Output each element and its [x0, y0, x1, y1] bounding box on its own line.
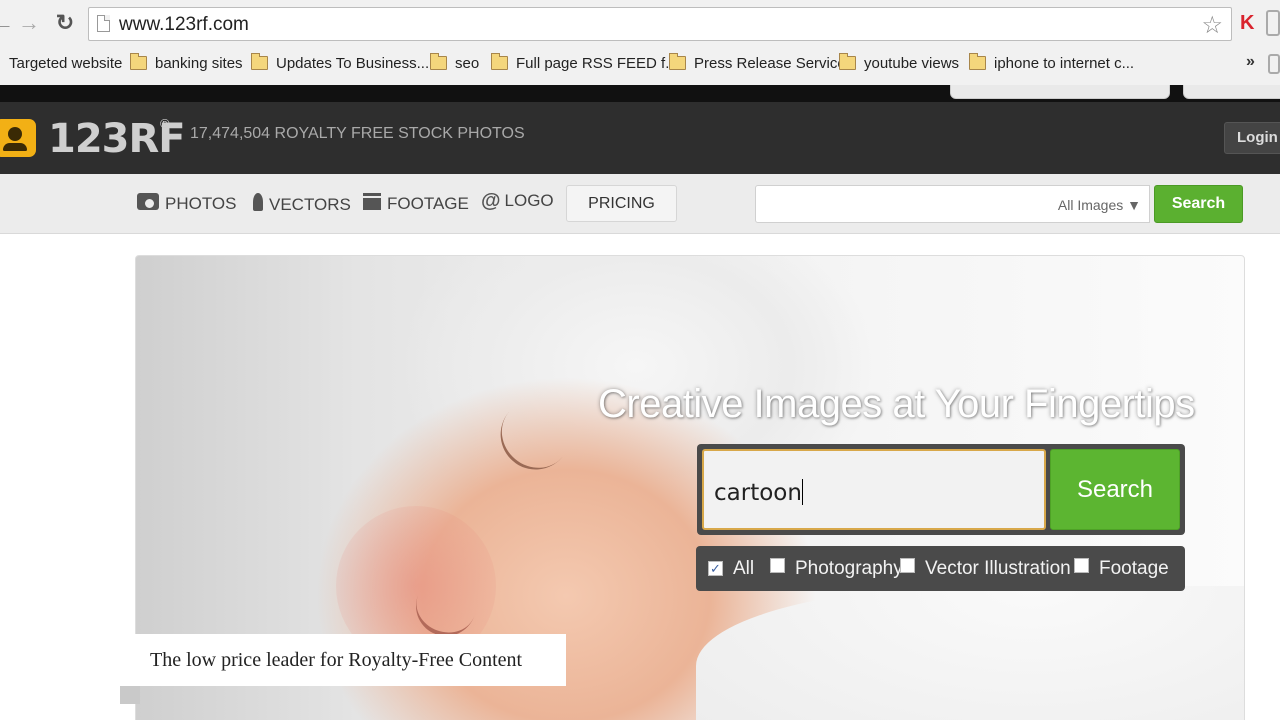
bookmark-folder[interactable]: youtube views — [839, 53, 960, 76]
filter-all[interactable]: ✓ All — [708, 558, 754, 580]
checkbox-icon[interactable] — [770, 558, 785, 573]
filter-label: Photography — [795, 558, 903, 579]
hero-title: Creative Images at Your Fingertips — [598, 382, 1195, 426]
bookmark-label: Targeted website — [9, 55, 123, 72]
bookmark-label: iphone to internet c... — [994, 55, 1135, 72]
bookmark-folder[interactable]: Full page RSS FEED f... — [491, 53, 678, 76]
filter-label: Footage — [1099, 558, 1169, 579]
top-search-button[interactable]: Search — [1154, 185, 1243, 223]
reload-icon[interactable]: ↻ — [52, 10, 78, 36]
nav-label: VECTORS — [269, 195, 351, 214]
filter-footage[interactable]: Footage — [1074, 558, 1169, 580]
nav-footage[interactable]: FOOTAGE — [363, 193, 469, 214]
filter-label: All — [733, 558, 755, 579]
camera-icon — [137, 193, 159, 210]
hero-image-detail — [696, 586, 1244, 720]
site-header: 123RF ® 17,474,504 ROYALTY FREE STOCK PH… — [0, 102, 1280, 174]
site-nav: PHOTOS VECTORS FOOTAGE @ LOGO PRICING All… — [0, 174, 1280, 234]
bookmark-label: Full page RSS FEED f... — [516, 55, 678, 72]
tagline-text: The low price leader for Royalty-Free Co… — [120, 634, 566, 686]
registered-mark: ® — [160, 116, 170, 131]
nav-logo[interactable]: @ LOGO — [481, 190, 554, 213]
folder-icon — [491, 53, 508, 70]
bookmark-star-icon[interactable]: ☆ — [1201, 11, 1223, 40]
bookmark-label: Updates To Business... — [276, 55, 430, 72]
bookmark-folder[interactable]: Press Release Service — [669, 53, 846, 76]
site-top-strip — [0, 85, 1280, 102]
pricing-button[interactable]: PRICING — [566, 185, 677, 222]
text-caret — [801, 479, 803, 505]
nav-label: PHOTOS — [165, 194, 237, 213]
folder-icon — [839, 53, 856, 70]
back-arrow-icon[interactable]: ← — [0, 10, 16, 36]
bookmark-label: youtube views — [864, 55, 960, 72]
search-text: cartoon — [714, 480, 802, 506]
search-filter-bar: ✓ All Photography Vector Illustration Foo… — [696, 546, 1185, 591]
bookmark-label: seo — [455, 55, 480, 72]
search-scope-select[interactable]: All Images ▼ — [1058, 197, 1141, 213]
nav-vectors[interactable]: VECTORS — [253, 193, 351, 215]
extension-icon[interactable]: K — [1240, 12, 1260, 34]
filter-vector-illustration[interactable]: Vector Illustration — [900, 558, 1071, 580]
live-help-tab[interactable] — [1183, 85, 1280, 99]
browser-chrome: ← → ↻ www.123rf.com ☆ K Targeted website… — [0, 0, 1280, 85]
bookmark-folder[interactable]: iphone to internet c... — [969, 53, 1135, 76]
folder-icon — [130, 53, 147, 70]
extension-icon[interactable] — [1268, 54, 1280, 74]
bookmarks-bar: Targeted website banking sites Updates T… — [0, 48, 1280, 85]
address-bar[interactable]: www.123rf.com ☆ — [88, 7, 1232, 41]
tagline-shadow — [120, 686, 140, 704]
hero-search-input[interactable]: cartoon — [702, 449, 1046, 530]
extension-icon[interactable] — [1266, 10, 1280, 36]
folder-icon — [669, 53, 686, 70]
logo-icon[interactable] — [0, 119, 36, 157]
folder-icon — [251, 53, 268, 70]
login-button[interactable]: Login — [1224, 122, 1280, 154]
filter-photography[interactable]: Photography — [770, 558, 903, 580]
browser-toolbar: ← → ↻ www.123rf.com ☆ K — [0, 0, 1280, 48]
bookmark-folder[interactable]: banking sites — [130, 53, 243, 76]
bookmark-label: Press Release Service — [694, 55, 846, 72]
clapper-icon — [363, 193, 381, 210]
bookmark-item[interactable]: Targeted website — [9, 54, 122, 76]
at-icon: @ — [481, 190, 501, 212]
hero-image-detail — [486, 408, 566, 484]
url-text[interactable]: www.123rf.com — [119, 14, 249, 36]
search-input-value: cartoon — [714, 479, 803, 506]
folder-icon — [430, 53, 447, 70]
bookmark-label: banking sites — [155, 55, 243, 72]
bookmarks-overflow-icon[interactable]: » — [1246, 53, 1255, 71]
hero-search-button[interactable]: Search — [1050, 449, 1180, 530]
filter-label: Vector Illustration — [925, 558, 1071, 579]
nav-label: FOOTAGE — [387, 194, 469, 213]
checkbox-icon[interactable] — [1074, 558, 1089, 573]
nav-photos[interactable]: PHOTOS — [137, 193, 236, 214]
bookmark-folder[interactable]: Updates To Business... — [251, 53, 430, 76]
checkbox-checked-icon[interactable]: ✓ — [708, 561, 723, 576]
stock-count-text: 17,474,504 ROYALTY FREE STOCK PHOTOS — [190, 125, 525, 142]
pen-icon — [253, 193, 263, 211]
page-icon — [97, 15, 110, 32]
checkbox-icon[interactable] — [900, 558, 915, 573]
bookmark-folder[interactable]: seo — [430, 53, 480, 76]
top-search-input[interactable]: All Images ▼ — [755, 185, 1150, 223]
forward-arrow-icon[interactable]: → — [16, 10, 42, 36]
nav-label: LOGO — [504, 191, 554, 210]
folder-icon — [969, 53, 986, 70]
phone-tab[interactable] — [950, 85, 1170, 99]
